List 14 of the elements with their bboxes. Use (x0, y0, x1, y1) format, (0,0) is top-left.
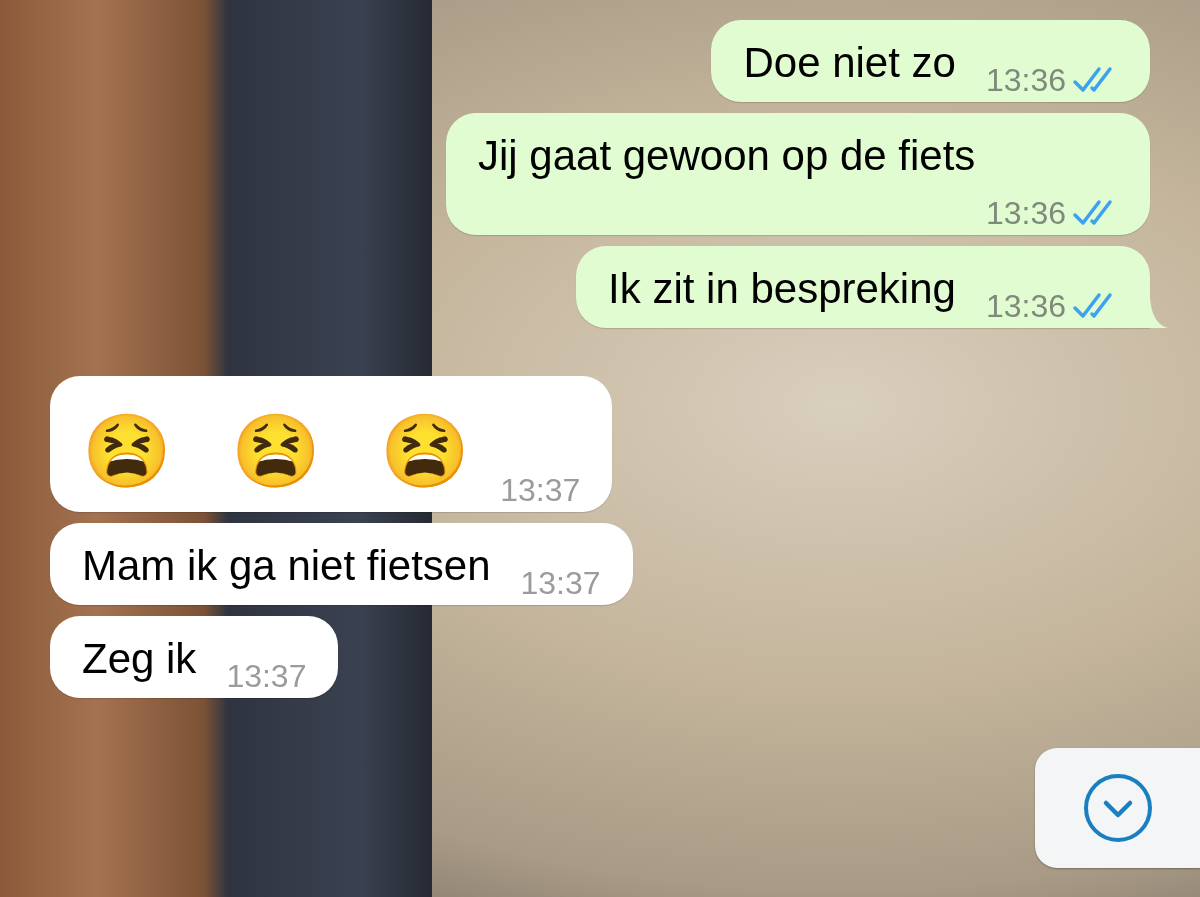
message-text: Ik zit in bespreking (608, 264, 956, 314)
chevron-down-icon (1081, 772, 1154, 844)
message-text: Mam ik ga niet fietsen (82, 541, 491, 591)
message-time: 13:37 (520, 564, 601, 603)
emoji-message: 😫 😫 😫 (82, 408, 471, 496)
message-time: 13:37 (500, 471, 581, 510)
message-time: 13:36 (985, 194, 1066, 233)
message-text: Jij gaat gewoon op de fiets (478, 131, 976, 181)
message-text: Doe niet zo (743, 38, 956, 88)
message-text: Zeg ik (82, 634, 197, 684)
message-time: 13:37 (226, 657, 307, 696)
message-time: 13:36 (985, 61, 1066, 100)
scroll-down-button[interactable] (1035, 748, 1200, 868)
message-time: 13:36 (985, 287, 1066, 326)
